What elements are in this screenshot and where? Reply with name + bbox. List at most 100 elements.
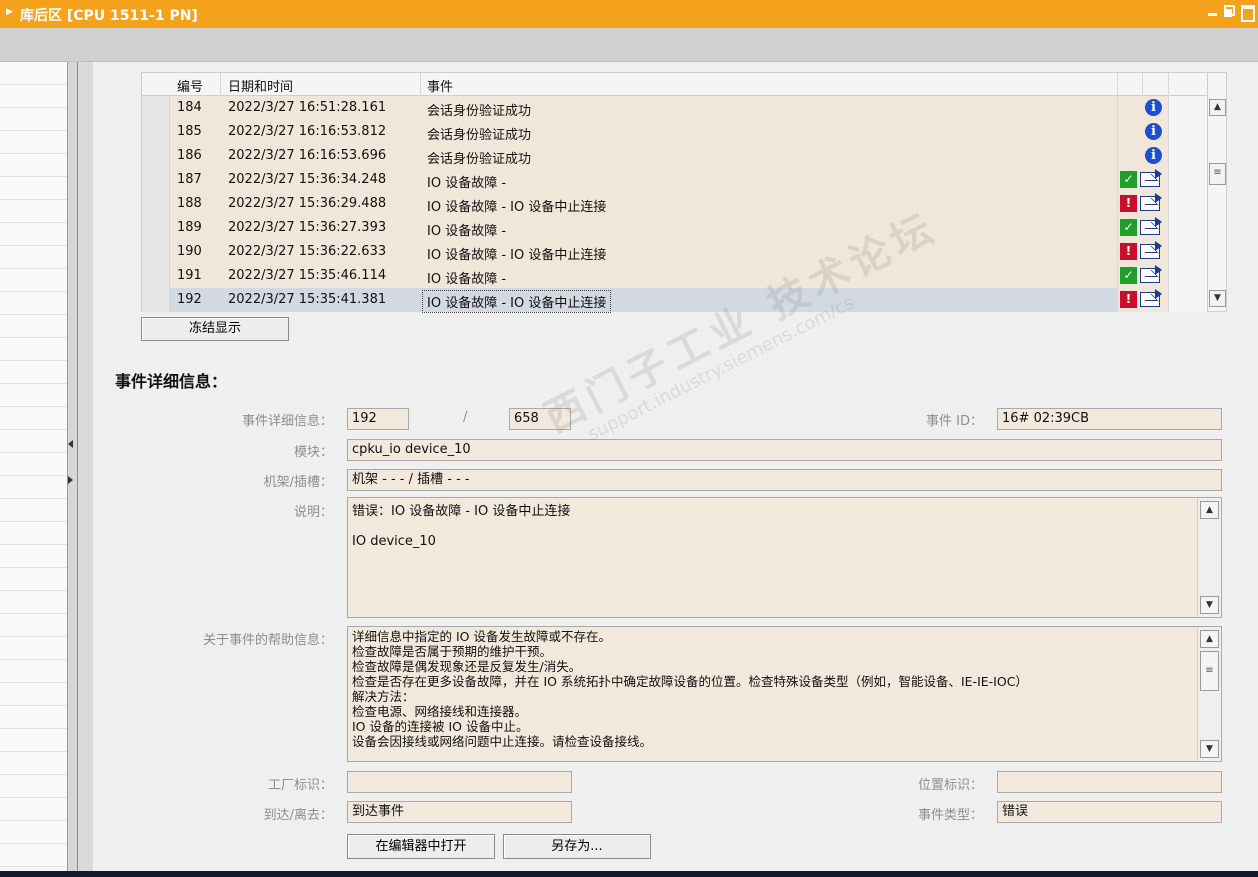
event-datetime: 2022/3/27 16:16:53.696	[228, 148, 387, 163]
help-textarea[interactable]: 详细信息中指定的 IO 设备发生故障或不存在。 检查故障是否属于预期的维护干预。检…	[347, 626, 1222, 762]
splitter[interactable]	[68, 62, 78, 877]
event-status-cell: !	[1117, 240, 1168, 264]
text-line: 检查电源、网络接线和连接器。	[352, 704, 528, 719]
bottom-border	[0, 871, 1258, 877]
label-module: 模块：	[293, 445, 333, 460]
row-gutter	[142, 264, 170, 288]
event-number: 187	[177, 172, 202, 187]
row-end-cell	[1168, 288, 1208, 312]
table-row[interactable]: 185 2022/3/27 16:16:53.812 会话身份验证成功 i	[142, 120, 1208, 144]
event-number: 192	[177, 292, 202, 307]
text-line: 检查故障是偶发现象还是反复发生/消失。	[352, 659, 582, 674]
event-number: 184	[177, 100, 202, 115]
message-send-icon	[1140, 289, 1162, 307]
event-table: 编号 日期和时间 事件 184 2022/3/27 16:51:28.161 会话身…	[141, 72, 1208, 313]
event-status-cell: !	[1117, 288, 1168, 312]
info-icon: i	[1145, 123, 1162, 140]
table-row[interactable]: 186 2022/3/27 16:16:53.696 会话身份验证成功 i	[142, 144, 1208, 168]
table-row[interactable]: 184 2022/3/27 16:51:28.161 会话身份验证成功 i	[142, 96, 1208, 120]
window-titlebar: ▶ 库后区 [CPU 1511-1 PN]	[0, 0, 1258, 28]
table-row[interactable]: 192 2022/3/27 15:35:41.381 IO 设备故障 - IO 设备…	[142, 288, 1208, 313]
table-row[interactable]: 188 2022/3/27 15:36:29.488 IO 设备故障 - IO 设备…	[142, 192, 1208, 216]
event-status-cell: ✓	[1117, 216, 1168, 240]
restore-icon[interactable]	[1224, 5, 1235, 17]
diagnostic-buffer-panel: 编号 日期和时间 事件 184 2022/3/27 16:51:28.161 会话身…	[93, 62, 1258, 871]
event-text: 会话身份验证成功	[427, 152, 532, 167]
scroll-down-icon[interactable]: ▼	[1200, 740, 1219, 758]
event-total-field: 658	[509, 408, 571, 430]
label-help: 关于事件的帮助信息：	[202, 633, 333, 648]
freeze-display-button[interactable]: 冻结显示	[141, 317, 289, 341]
text-line: 检查是否存在更多设备故障，并在 IO 系统拓扑中确定故障设备的位置。检查特殊设备…	[352, 674, 1028, 689]
table-header: 编号 日期和时间 事件	[142, 73, 1208, 96]
row-gutter	[142, 240, 170, 264]
column-header-event[interactable]: 事件	[427, 76, 453, 95]
scroll-up-icon[interactable]: ▲	[1209, 99, 1226, 116]
column-separator	[1117, 73, 1118, 96]
event-status-cell: i	[1117, 96, 1168, 120]
scroll-thumb[interactable]: ≡	[1209, 163, 1226, 185]
description-textarea[interactable]: 错误：IO 设备故障 - IO 设备中止连接 IO device_10 ▲ ▼	[347, 497, 1222, 618]
collapse-left-icon[interactable]	[68, 440, 73, 448]
arrive-leave-field: 到达事件	[347, 801, 572, 823]
event-datetime: 2022/3/27 15:35:46.114	[228, 268, 387, 283]
column-header-no[interactable]: 编号	[177, 76, 203, 95]
table-row[interactable]: 190 2022/3/27 15:36:22.633 IO 设备故障 - IO 设备…	[142, 240, 1208, 264]
maximize-icon[interactable]	[1241, 5, 1255, 22]
event-status-cell: ✓	[1117, 168, 1168, 192]
event-details-title: 事件详细信息：	[115, 372, 228, 391]
row-gutter	[142, 168, 170, 192]
row-end-cell	[1168, 264, 1208, 288]
event-text: IO 设备故障 - IO 设备中止连接	[427, 248, 607, 263]
event-number: 189	[177, 220, 202, 235]
column-header-datetime[interactable]: 日期和时间	[228, 76, 293, 95]
row-gutter	[142, 216, 170, 240]
event-status-cell: i	[1117, 144, 1168, 168]
plant-id-field	[347, 771, 572, 793]
label-event-type: 事件类型：	[917, 808, 983, 823]
table-row[interactable]: 189 2022/3/27 15:36:27.393 IO 设备故障 - ✓	[142, 216, 1208, 240]
event-text: IO 设备故障 -	[427, 272, 507, 287]
label-event-id: 事件 ID：	[926, 414, 983, 429]
table-row[interactable]: 191 2022/3/27 15:35:46.114 IO 设备故障 - ✓	[142, 264, 1208, 288]
help-scrollbar[interactable]: ▲ ≡ ▼	[1197, 627, 1221, 761]
text-line: IO 设备的连接被 IO 设备中止。	[352, 719, 529, 734]
scroll-down-icon[interactable]: ▼	[1200, 596, 1219, 614]
info-icon: i	[1145, 99, 1162, 116]
minimize-icon[interactable]	[1207, 5, 1218, 17]
column-separator	[1168, 73, 1169, 96]
table-scrollbar[interactable]: ▲ ≡ ▼	[1207, 72, 1227, 312]
text-line: 设备会因接线或网络问题中止连接。请检查设备接线。	[352, 734, 653, 749]
message-send-icon	[1140, 265, 1162, 283]
event-number: 188	[177, 196, 202, 211]
open-in-editor-button[interactable]: 在编辑器中打开	[347, 834, 495, 859]
info-icon: i	[1145, 147, 1162, 164]
location-id-field	[997, 771, 1222, 793]
toolbar	[0, 28, 1258, 62]
scroll-thumb[interactable]: ≡	[1200, 651, 1219, 691]
event-current-field: 192	[347, 408, 409, 430]
module-field: cpku_io device_10	[347, 439, 1222, 461]
label-rack-slot: 机架/插槽：	[263, 475, 333, 490]
expand-right-icon[interactable]	[68, 476, 73, 484]
event-text: IO 设备故障 - IO 设备中止连接	[427, 200, 607, 215]
column-separator	[420, 73, 421, 96]
scroll-up-icon[interactable]: ▲	[1200, 630, 1219, 648]
expand-arrow-icon[interactable]: ▶	[6, 7, 13, 17]
save-as-button[interactable]: 另存为...	[503, 834, 651, 859]
event-text: IO 设备故障 -	[427, 224, 507, 239]
event-datetime: 2022/3/27 16:16:53.812	[228, 124, 387, 139]
scroll-down-icon[interactable]: ▼	[1209, 290, 1226, 307]
row-end-cell	[1168, 120, 1208, 144]
description-scrollbar[interactable]: ▲ ▼	[1197, 498, 1221, 617]
description-text: 错误：IO 设备故障 - IO 设备中止连接 IO device_10	[352, 500, 1217, 549]
ok-check-icon: ✓	[1120, 171, 1137, 188]
window-controls	[1207, 5, 1255, 22]
scroll-up-icon[interactable]: ▲	[1200, 501, 1219, 519]
table-row[interactable]: 187 2022/3/27 15:36:34.248 IO 设备故障 - ✓	[142, 168, 1208, 192]
event-text: IO 设备故障 - IO 设备中止连接	[421, 290, 612, 313]
event-datetime: 2022/3/27 15:36:29.488	[228, 196, 387, 211]
row-end-cell	[1168, 240, 1208, 264]
error-wrench-icon: !	[1120, 243, 1137, 260]
event-number: 186	[177, 148, 202, 163]
